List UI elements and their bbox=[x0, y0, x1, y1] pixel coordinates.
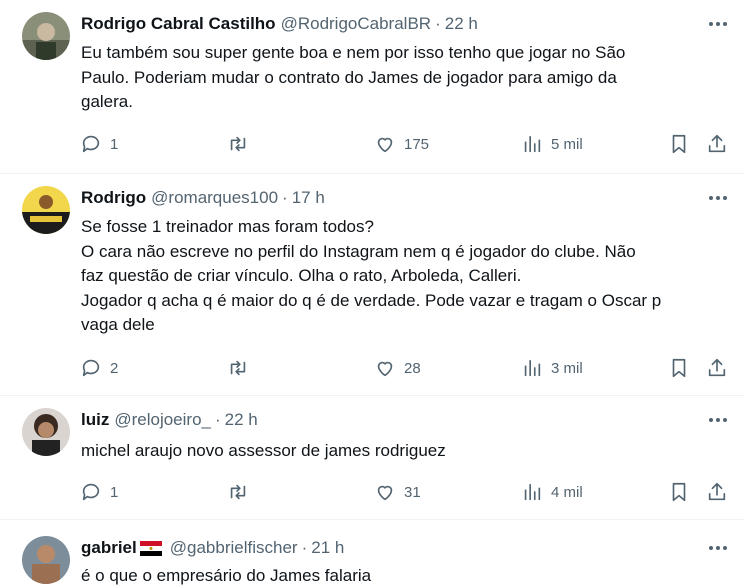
more-options-icon[interactable] bbox=[706, 188, 730, 208]
avatar[interactable] bbox=[22, 536, 70, 584]
tweet-header: Rodrigo @romarques100 · 17 h bbox=[81, 187, 325, 209]
avatar[interactable] bbox=[22, 408, 70, 456]
like-button[interactable]: 175 bbox=[374, 131, 429, 157]
tweet-text-line: faz questão de criar vínculo. Olha o rat… bbox=[81, 266, 522, 285]
avatar-image bbox=[22, 408, 70, 456]
reply-button[interactable]: 1 bbox=[80, 131, 118, 157]
retweet-button[interactable] bbox=[227, 131, 257, 157]
separator-dot: · bbox=[301, 538, 308, 557]
tweet-text-line: vaga dele bbox=[81, 315, 155, 334]
user-handle[interactable]: @RodrigoCabralBR bbox=[281, 14, 432, 34]
share-button[interactable] bbox=[706, 479, 728, 505]
avatar-image bbox=[22, 186, 70, 234]
like-count: 175 bbox=[404, 135, 430, 153]
reply-count: 2 bbox=[110, 359, 119, 377]
views-button[interactable]: 3 mil bbox=[521, 355, 583, 381]
user-handle[interactable]: @gabbrielfischer bbox=[170, 538, 298, 558]
bookmark-button[interactable] bbox=[668, 355, 690, 381]
timestamp[interactable]: 22 h bbox=[225, 410, 258, 430]
bookmark-button[interactable] bbox=[668, 131, 690, 157]
user-handle[interactable]: @romarques100 bbox=[151, 188, 278, 208]
tweet-text: Se fosse 1 treinador mas foram todos? O … bbox=[81, 215, 721, 338]
tweet-actions: 1 31 4 mil bbox=[80, 479, 732, 505]
tweet[interactable]: Rodrigo @romarques100 · 17 h Se fosse 1 … bbox=[0, 174, 744, 396]
avatar-image bbox=[22, 536, 70, 584]
tweet-text-line: O cara não escreve no perfil do Instagra… bbox=[81, 241, 636, 261]
retweet-icon bbox=[230, 136, 246, 152]
like-count: 28 bbox=[404, 359, 421, 377]
like-count: 31 bbox=[404, 483, 421, 501]
tweet-text: michel araujo novo assessor de james rod… bbox=[81, 439, 721, 464]
more-options-icon[interactable] bbox=[706, 14, 730, 34]
tweet-text-line: michel araujo novo assessor de james rod… bbox=[81, 441, 446, 460]
view-count: 5 mil bbox=[551, 135, 583, 153]
tweet-header: luiz @relojoeiro_ · 22 h bbox=[81, 409, 258, 431]
tweet[interactable]: luiz @relojoeiro_ · 22 h michel araujo n… bbox=[0, 396, 744, 520]
more-options-icon[interactable] bbox=[706, 410, 730, 430]
retweet-icon bbox=[230, 484, 246, 500]
tweet-header: Rodrigo Cabral Castilho @RodrigoCabralBR… bbox=[81, 13, 478, 35]
egypt-flag-icon bbox=[139, 540, 162, 556]
reply-button[interactable]: 1 bbox=[80, 479, 118, 505]
view-count: 3 mil bbox=[551, 359, 583, 377]
views-chart-icon bbox=[524, 135, 541, 153]
more-options-icon[interactable] bbox=[706, 538, 730, 558]
separator-dot: · bbox=[282, 188, 288, 207]
tweet-text-line: Eu também sou super gente boa e nem por … bbox=[81, 43, 626, 62]
reply-icon bbox=[82, 135, 100, 153]
tweet-text: é o que o empresário do James falaria bbox=[81, 564, 721, 588]
user-handle[interactable]: @relojoeiro_ bbox=[114, 410, 211, 430]
like-button[interactable]: 31 bbox=[374, 479, 421, 505]
share-icon bbox=[708, 358, 726, 377]
retweet-icon bbox=[230, 360, 246, 376]
retweet-button[interactable] bbox=[227, 355, 257, 381]
tweet-text-line: é o que o empresário do James falaria bbox=[81, 566, 372, 585]
timestamp[interactable]: 21 h bbox=[311, 538, 344, 558]
display-name[interactable]: Rodrigo Cabral Castilho bbox=[81, 14, 276, 34]
share-button[interactable] bbox=[706, 131, 728, 157]
separator-dot: · bbox=[214, 410, 221, 429]
bookmark-icon bbox=[672, 482, 686, 502]
tweet-text-line: Paulo. Poderiam mudar o contrato do Jame… bbox=[81, 67, 617, 87]
tweet-text-line: galera. bbox=[81, 92, 133, 111]
avatar-image bbox=[22, 12, 70, 60]
reply-button[interactable]: 2 bbox=[80, 355, 118, 381]
bookmark-icon bbox=[672, 358, 686, 378]
share-button[interactable] bbox=[706, 355, 728, 381]
timestamp[interactable]: 17 h bbox=[292, 188, 325, 208]
heart-icon bbox=[377, 485, 393, 501]
share-icon bbox=[708, 134, 726, 153]
tweet[interactable]: gabriel @gabbrielfischer · 21 h é o que … bbox=[0, 520, 744, 588]
reply-icon bbox=[82, 359, 100, 377]
heart-icon bbox=[377, 361, 393, 377]
view-count: 4 mil bbox=[551, 483, 583, 501]
display-name[interactable]: gabriel bbox=[81, 538, 137, 558]
views-button[interactable]: 5 mil bbox=[521, 131, 583, 157]
display-name[interactable]: Rodrigo bbox=[81, 188, 146, 208]
views-button[interactable]: 4 mil bbox=[521, 479, 583, 505]
tweet-actions: 1 175 5 mil bbox=[80, 131, 732, 157]
tweet-text-line: Jogador q acha q é maior do q é de verda… bbox=[81, 290, 662, 310]
display-name[interactable]: luiz bbox=[81, 410, 109, 430]
reply-count: 1 bbox=[110, 483, 119, 501]
tweet-text-line: Se fosse 1 treinador mas foram todos? bbox=[81, 217, 374, 236]
like-button[interactable]: 28 bbox=[374, 355, 421, 381]
tweet-actions: 2 28 3 mil bbox=[80, 355, 732, 381]
avatar[interactable] bbox=[22, 12, 70, 60]
views-chart-icon bbox=[524, 359, 541, 377]
views-chart-icon bbox=[524, 483, 541, 501]
bookmark-button[interactable] bbox=[668, 479, 690, 505]
tweet-header: gabriel @gabbrielfischer · 21 h bbox=[81, 537, 344, 559]
separator-dot: · bbox=[435, 14, 441, 33]
heart-icon bbox=[377, 137, 393, 153]
tweet[interactable]: Rodrigo Cabral Castilho @RodrigoCabralBR… bbox=[0, 0, 744, 174]
bookmark-icon bbox=[672, 134, 686, 154]
reply-icon bbox=[82, 483, 100, 501]
reply-count: 1 bbox=[110, 135, 119, 153]
tweet-text: Eu também sou super gente boa e nem por … bbox=[81, 41, 721, 115]
timestamp[interactable]: 22 h bbox=[445, 14, 478, 34]
share-icon bbox=[708, 482, 726, 501]
avatar[interactable] bbox=[22, 186, 70, 234]
retweet-button[interactable] bbox=[227, 479, 257, 505]
